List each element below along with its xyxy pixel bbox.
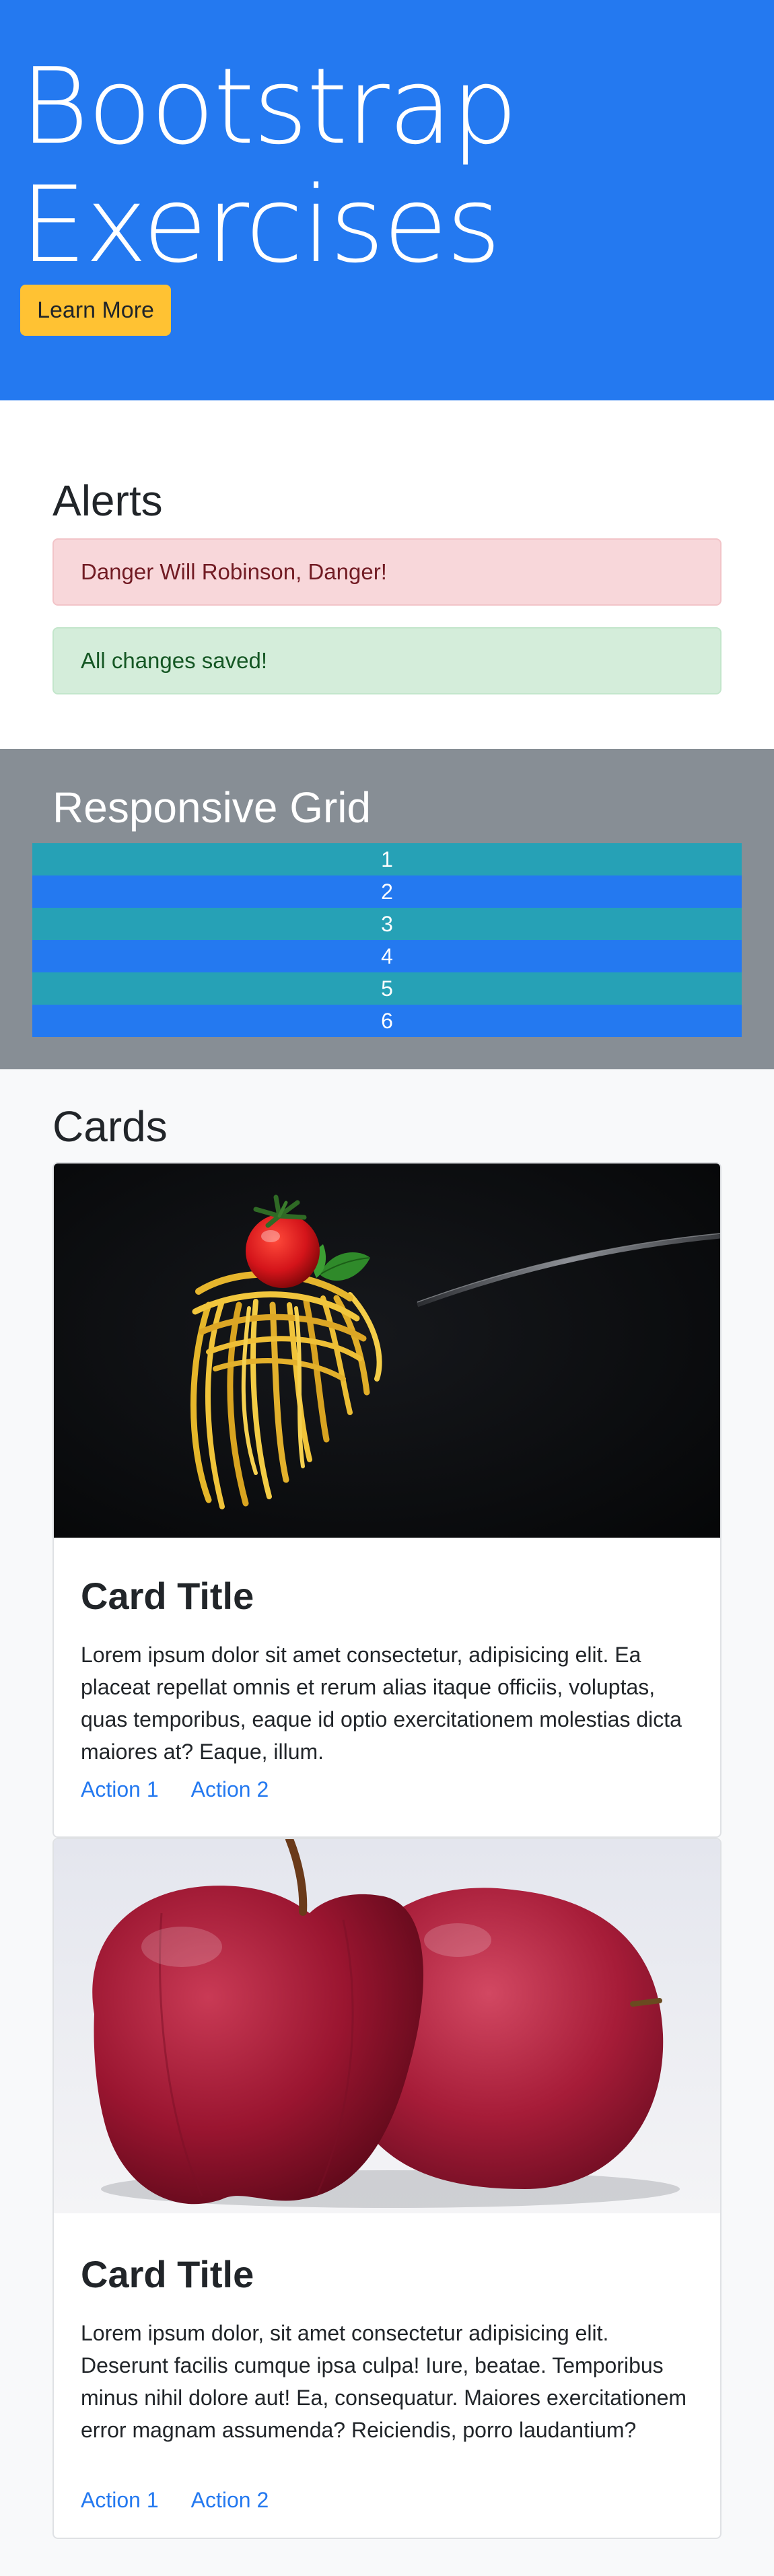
card-text: Lorem ipsum dolor, sit amet consectetur … [81, 2321, 687, 2442]
action-1-link[interactable]: Action 1 [81, 1777, 159, 1802]
grid-cell: 3 [32, 908, 742, 940]
grid-cell: 6 [32, 1005, 742, 1037]
card-actions: Action 1 Action 2 [81, 2488, 269, 2513]
grid-cell: 1 [32, 843, 742, 875]
jumbotron: Bootstrap Exercises Learn More [0, 0, 774, 400]
action-2-link[interactable]: Action 2 [191, 2488, 269, 2513]
success-alert-text: All changes saved! [81, 648, 268, 673]
grid-rows: 1 2 3 4 5 6 [32, 843, 742, 1037]
card: Card Title Lorem ipsum dolor, sit amet c… [52, 1838, 722, 2539]
title-line-2: Exercises [20, 164, 501, 286]
grid-cell: 4 [32, 940, 742, 972]
alerts-heading: Alerts [52, 476, 163, 525]
action-1-link[interactable]: Action 1 [81, 2488, 159, 2513]
danger-alert-text: Danger Will Robinson, Danger! [81, 559, 387, 584]
card-title: Card Title [81, 1575, 254, 1617]
cards-section: Cards Card Title Lorem ipsum dolor sit a… [0, 1069, 774, 2576]
grid-cell: 2 [32, 875, 742, 908]
page-title: Bootstrap Exercises [20, 47, 626, 284]
action-2-link[interactable]: Action 2 [191, 1777, 269, 1802]
apples-image [54, 1839, 720, 2213]
grid-cell: 5 [32, 972, 742, 1005]
pasta-image [54, 1164, 720, 1538]
alerts-section: Alerts Danger Will Robinson, Danger! All… [0, 400, 774, 749]
title-line-1: Bootstrap [20, 45, 518, 168]
card-actions: Action 1 Action 2 [81, 1777, 269, 1802]
cards-heading: Cards [52, 1102, 168, 1151]
grid-heading: Responsive Grid [52, 783, 372, 832]
success-alert: All changes saved! [52, 627, 722, 694]
card: Card Title Lorem ipsum dolor sit amet co… [52, 1162, 722, 1838]
card-text: Lorem ipsum dolor sit amet consectetur, … [81, 1643, 682, 1764]
card-title: Card Title [81, 2253, 254, 2295]
danger-alert: Danger Will Robinson, Danger! [52, 538, 722, 606]
responsive-grid-section: Responsive Grid 1 2 3 4 5 6 [0, 749, 774, 1069]
learn-more-button[interactable]: Learn More [20, 285, 171, 336]
